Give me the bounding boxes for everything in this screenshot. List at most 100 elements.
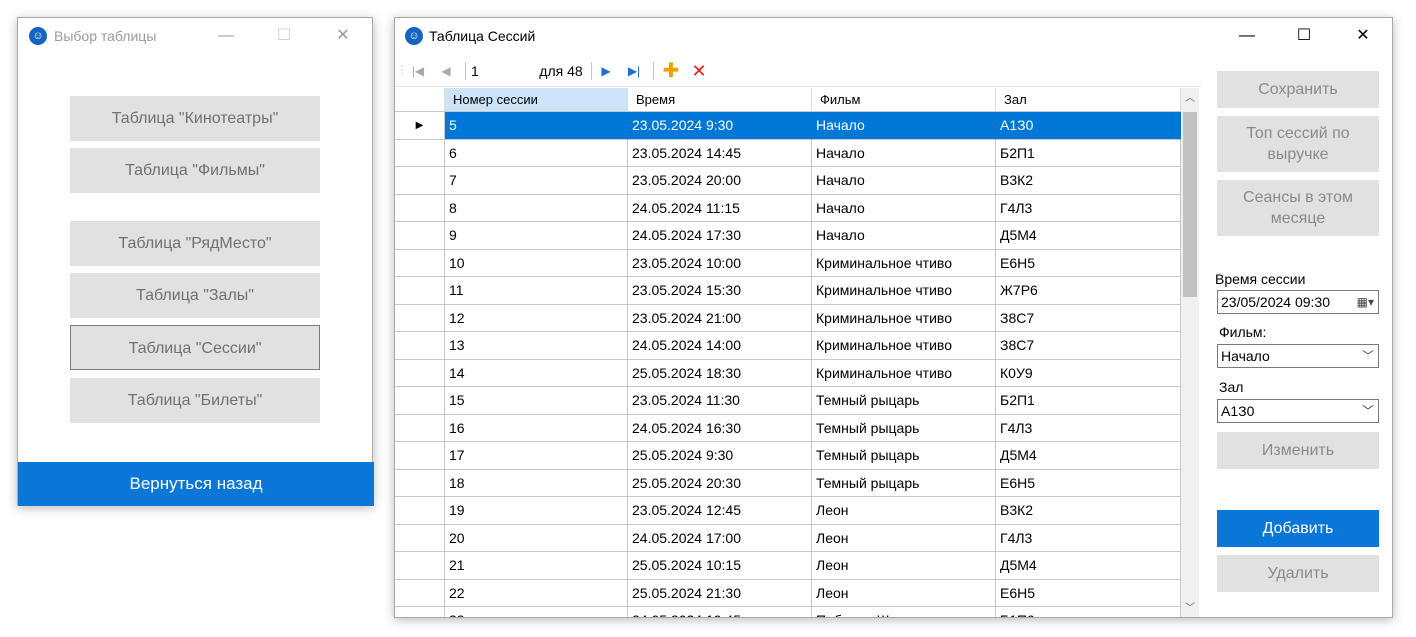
cell-session-number[interactable]: 5: [445, 112, 628, 140]
move-next-icon[interactable]: ▶: [597, 60, 615, 82]
table-row[interactable]: 6 23.05.2024 14:45 Начало Б2П1: [395, 139, 1181, 167]
sessions-this-month-button[interactable]: Сеансы в этом месяце: [1217, 180, 1379, 236]
row-seat-table-button[interactable]: Таблица "РядМесто": [70, 221, 320, 266]
table-row[interactable]: 20 24.05.2024 17:00 Леон Г4Л3: [395, 524, 1181, 552]
cell-film[interactable]: Начало: [812, 139, 996, 167]
row-header[interactable]: [395, 304, 445, 332]
close-icon[interactable]: ✕: [320, 18, 366, 54]
row-header[interactable]: [395, 469, 445, 497]
cell-film[interactable]: Темный рыцарь: [812, 469, 996, 497]
position-input[interactable]: 1: [471, 60, 525, 82]
table-row[interactable]: 18 25.05.2024 20:30 Темный рыцарь Е6Н5: [395, 469, 1181, 497]
cell-hall[interactable]: Е6Н5: [996, 579, 1181, 607]
cell-session-number[interactable]: 10: [445, 249, 628, 277]
cell-time[interactable]: 24.05.2024 11:15: [628, 194, 812, 222]
cell-hall[interactable]: Д5М4: [996, 442, 1181, 470]
table-row[interactable]: 2324.05.2024 19:45Побег из ШоушенкаБ1П0: [395, 607, 1181, 617]
table-row[interactable]: ▶ 5 23.05.2024 9:30 Начало А1З0: [395, 112, 1181, 140]
row-header[interactable]: ▶: [395, 112, 445, 140]
cell-film[interactable]: Начало: [812, 194, 996, 222]
cell-hall[interactable]: З8С7: [996, 332, 1181, 360]
cell-session-number[interactable]: 20: [445, 524, 628, 552]
cell-session-number[interactable]: 11: [445, 277, 628, 305]
cell-hall[interactable]: В3К2: [996, 167, 1181, 195]
cell-hall[interactable]: В3К2: [996, 497, 1181, 525]
back-button[interactable]: Вернуться назад: [18, 462, 374, 506]
cell-time[interactable]: 24.05.2024 16:30: [628, 414, 812, 442]
cell-time[interactable]: 25.05.2024 10:15: [628, 552, 812, 580]
row-header[interactable]: [395, 497, 445, 525]
cell-time[interactable]: 23.05.2024 20:00: [628, 167, 812, 195]
cinemas-table-button[interactable]: Таблица "Кинотеатры": [70, 96, 320, 141]
calendar-icon[interactable]: ▦▾: [1357, 291, 1374, 313]
cell-film[interactable]: Леон: [812, 579, 996, 607]
row-header[interactable]: [395, 194, 445, 222]
table-row[interactable]: 21 25.05.2024 10:15 Леон Д5М4: [395, 552, 1181, 580]
cell-hall[interactable]: Е6Н5: [996, 249, 1181, 277]
cell-hall[interactable]: Ж7Р6: [996, 277, 1181, 305]
cell-hall[interactable]: К0У9: [996, 359, 1181, 387]
title-bar[interactable]: ☺ Выбор таблицы — ☐ ✕: [18, 18, 372, 54]
cell-time[interactable]: 23.05.2024 14:45: [628, 139, 812, 167]
cell-film[interactable]: Начало: [812, 222, 996, 250]
cell-session-number[interactable]: 13: [445, 332, 628, 360]
cell-hall[interactable]: Д5М4: [996, 222, 1181, 250]
table-row[interactable]: 9 24.05.2024 17:30 Начало Д5М4: [395, 222, 1181, 250]
cell-time[interactable]: 23.05.2024 12:45: [628, 497, 812, 525]
cell-session-number[interactable]: 14: [445, 359, 628, 387]
table-row[interactable]: 13 24.05.2024 14:00 Криминальное чтиво З8С7: [395, 332, 1181, 360]
cell-session-number[interactable]: 15: [445, 387, 628, 415]
cell-film[interactable]: Начало: [812, 112, 996, 140]
cell-session-number[interactable]: 21: [445, 552, 628, 580]
table-row[interactable]: 22 25.05.2024 21:30 Леон Е6Н5: [395, 579, 1181, 607]
cell-time[interactable]: 25.05.2024 21:30: [628, 579, 812, 607]
scroll-down-icon[interactable]: ﹀: [1181, 600, 1199, 617]
vertical-scrollbar[interactable]: ︿ ﹀: [1181, 88, 1199, 617]
cell-hall[interactable]: А1З0: [996, 112, 1181, 140]
cell-time[interactable]: 23.05.2024 21:00: [628, 304, 812, 332]
top-sessions-by-revenue-button[interactable]: Топ сессий по выручке: [1217, 116, 1379, 172]
table-row[interactable]: 10 23.05.2024 10:00 Криминальное чтиво Е6Н5: [395, 249, 1181, 277]
halls-table-button[interactable]: Таблица "Залы": [70, 273, 320, 318]
cell-hall[interactable]: Д5М4: [996, 552, 1181, 580]
table-row[interactable]: 17 25.05.2024 9:30 Темный рыцарь Д5М4: [395, 442, 1181, 470]
cell-time[interactable]: 25.05.2024 18:30: [628, 359, 812, 387]
table-row[interactable]: 7 23.05.2024 20:00 Начало В3К2: [395, 167, 1181, 195]
add-button[interactable]: Добавить: [1217, 510, 1379, 547]
cell-hall[interactable]: Г4Л3: [996, 194, 1181, 222]
cell-session-number[interactable]: 7: [445, 167, 628, 195]
cell-film[interactable]: Леон: [812, 524, 996, 552]
add-new-icon[interactable]: ✚: [661, 60, 681, 82]
cell-hall[interactable]: Б2П1: [996, 387, 1181, 415]
row-header[interactable]: [395, 579, 445, 607]
title-bar[interactable]: ☺ Таблица Сессий — ☐ ✕: [395, 18, 1392, 54]
table-row[interactable]: 11 23.05.2024 15:30 Криминальное чтиво Ж7Р6: [395, 277, 1181, 305]
film-select[interactable]: Начало ﹀: [1217, 344, 1379, 368]
cell-session-number[interactable]: 6: [445, 139, 628, 167]
sessions-grid[interactable]: Номер сессии Время Фильм Зал ▶ 5 23.05.202…: [395, 88, 1181, 617]
cell-film[interactable]: Криминальное чтиво: [812, 249, 996, 277]
cell-hall[interactable]: Г4Л3: [996, 414, 1181, 442]
cell-session-number[interactable]: 16: [445, 414, 628, 442]
close-icon[interactable]: ✕: [1340, 18, 1386, 54]
cell-film[interactable]: Начало: [812, 167, 996, 195]
row-header[interactable]: [395, 222, 445, 250]
move-last-icon[interactable]: ▶|: [625, 60, 643, 82]
cell-session-number[interactable]: 23: [445, 607, 628, 617]
cell-time[interactable]: 25.05.2024 9:30: [628, 442, 812, 470]
row-header[interactable]: [395, 277, 445, 305]
table-row[interactable]: 19 23.05.2024 12:45 Леон В3К2: [395, 497, 1181, 525]
tickets-table-button[interactable]: Таблица "Билеты": [70, 378, 320, 423]
cell-film[interactable]: Криминальное чтиво: [812, 359, 996, 387]
cell-time[interactable]: 24.05.2024 17:30: [628, 222, 812, 250]
table-row[interactable]: 12 23.05.2024 21:00 Криминальное чтиво З8С7: [395, 304, 1181, 332]
cell-session-number[interactable]: 9: [445, 222, 628, 250]
sessions-table-button[interactable]: Таблица "Сессии": [70, 325, 320, 370]
session-time-picker[interactable]: 23/05/2024 09:30 ▦▾: [1217, 290, 1379, 314]
row-header[interactable]: [395, 249, 445, 277]
cell-time[interactable]: 24.05.2024 14:00: [628, 332, 812, 360]
row-header[interactable]: [395, 139, 445, 167]
row-header[interactable]: [395, 414, 445, 442]
cell-hall[interactable]: Г4Л3: [996, 524, 1181, 552]
cell-time[interactable]: 24.05.2024 19:45: [628, 607, 812, 617]
